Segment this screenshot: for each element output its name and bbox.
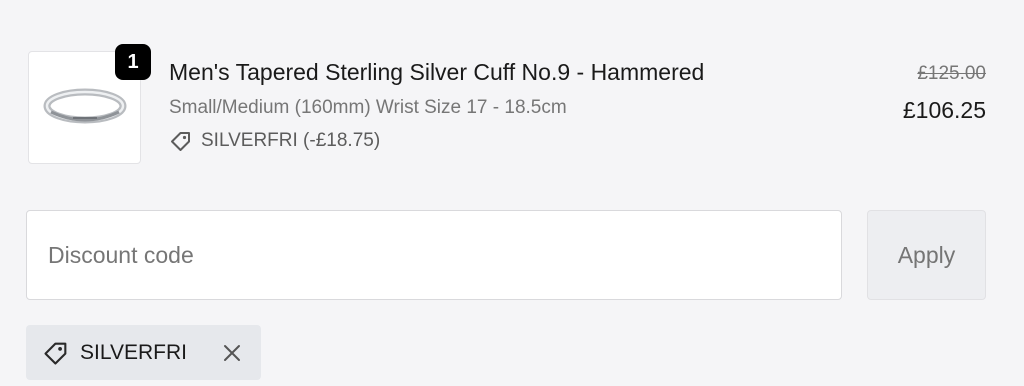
line-discount: SILVERFRI (-£18.75) — [169, 129, 380, 153]
quantity-badge: 1 — [115, 44, 151, 80]
cart-line-item: 1 Men's Tapered Sterling Silver Cuff No.… — [28, 44, 986, 166]
product-thumbnail: 1 — [28, 44, 151, 164]
apply-button[interactable]: Apply — [867, 210, 986, 300]
silver-cuff-image — [43, 88, 127, 124]
applied-discount-chip: SILVERFRI — [26, 325, 261, 380]
discount-form: Apply — [26, 210, 986, 300]
line-discount-label: SILVERFRI (-£18.75) — [201, 130, 381, 151]
discount-code-input[interactable] — [26, 210, 842, 300]
applied-discount-code: SILVERFRI — [80, 340, 187, 364]
tag-icon — [169, 129, 193, 153]
tag-icon — [42, 339, 70, 367]
remove-discount-button[interactable] — [219, 340, 245, 366]
discounted-price: £106.25 — [902, 97, 986, 123]
close-icon — [224, 344, 240, 361]
product-title: Men's Tapered Sterling Silver Cuff No.9 … — [169, 59, 705, 85]
product-variant: Small/Medium (160mm) Wrist Size 17 - 18.… — [169, 97, 567, 118]
original-price: £125.00 — [917, 63, 986, 84]
